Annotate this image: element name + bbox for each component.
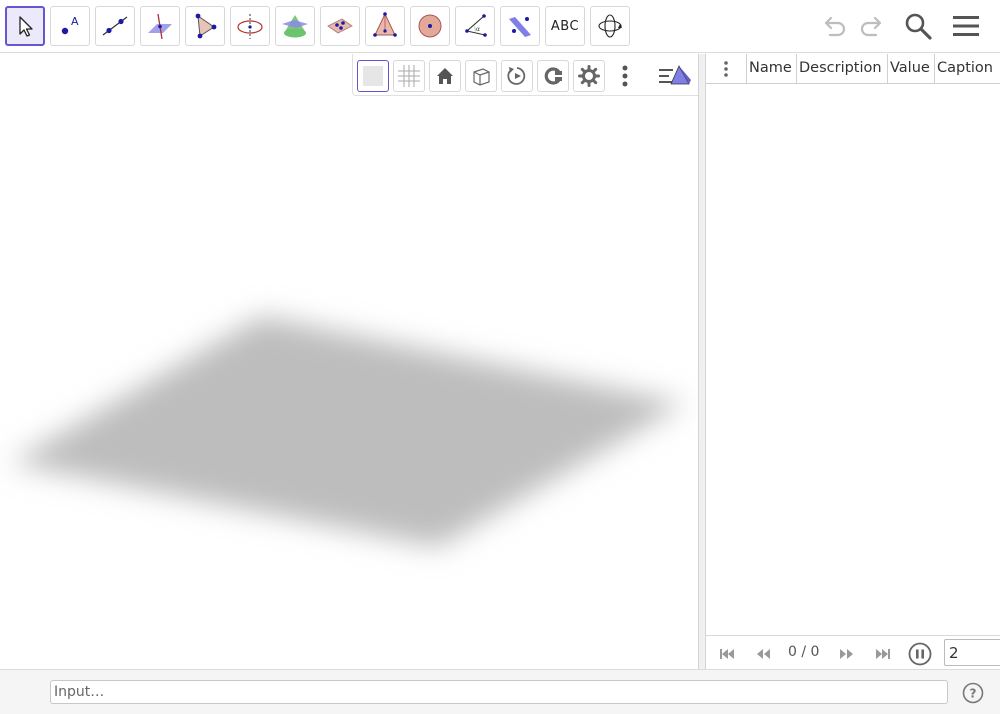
algebra-input-field[interactable]	[50, 680, 948, 704]
toolbar: A α ABC	[0, 0, 1000, 53]
last-step-button[interactable]	[872, 643, 894, 665]
pyramid-tool-button[interactable]	[365, 6, 405, 46]
more-vertical-icon	[622, 65, 628, 87]
perpendicular-line-icon	[148, 13, 172, 40]
line-through-two-points-icon	[102, 16, 128, 36]
rewind-icon	[757, 649, 770, 659]
reflect-about-plane-icon	[509, 17, 531, 37]
rotate-view-icon	[507, 67, 526, 85]
undo-button[interactable]	[818, 10, 850, 42]
column-header-caption[interactable]: Caption	[934, 54, 1000, 84]
plane-three-points-tool-button[interactable]	[320, 6, 360, 46]
pause-icon	[908, 642, 932, 666]
search-button[interactable]	[902, 10, 934, 42]
projection-button[interactable]	[537, 60, 569, 92]
standard-view-button[interactable]	[429, 60, 461, 92]
polygon-icon	[195, 13, 217, 39]
table-column-menu-button[interactable]	[706, 54, 746, 84]
main-menu-button[interactable]	[950, 10, 982, 42]
toggle-axes-button[interactable]	[357, 60, 389, 92]
construction-protocol-panel: Name Description Value Caption 0 / 0	[706, 54, 1000, 669]
first-step-button[interactable]	[716, 643, 738, 665]
reflect-tool-button[interactable]	[500, 6, 540, 46]
svg-text:?: ?	[970, 687, 977, 701]
table-body	[706, 84, 1000, 632]
more-options-button[interactable]	[609, 60, 641, 92]
plane-icon	[327, 18, 353, 34]
undo-icon	[824, 16, 846, 37]
speed-input[interactable]	[944, 639, 1000, 666]
toggle-stylebar-icon	[659, 65, 691, 85]
column-header-description[interactable]: Description	[796, 54, 887, 84]
home-icon	[437, 68, 453, 84]
toggle-stylebar-button[interactable]	[657, 60, 693, 92]
circle-axis-icon	[237, 14, 263, 39]
rotate-view-tool-button[interactable]	[590, 6, 630, 46]
move-tool-button[interactable]	[5, 6, 45, 46]
pyramid-icon	[373, 12, 397, 37]
sphere-icon	[418, 14, 442, 38]
view-direction-button[interactable]	[465, 60, 497, 92]
angle-icon: α	[465, 14, 487, 37]
graphics-settings-button[interactable]	[573, 60, 605, 92]
redo-icon	[860, 16, 882, 37]
redo-button[interactable]	[856, 10, 888, 42]
toggle-grid-button[interactable]	[393, 60, 425, 92]
svg-text:α: α	[476, 26, 480, 33]
point-icon: A	[61, 15, 79, 35]
skip-to-end-icon	[876, 649, 890, 659]
search-icon	[905, 13, 932, 40]
circle-axis-tool-button[interactable]	[230, 6, 270, 46]
fast-forward-icon	[840, 649, 853, 659]
rotate-view-button[interactable]	[501, 60, 533, 92]
projection-icon	[544, 67, 562, 85]
next-step-button[interactable]	[836, 643, 858, 665]
table-header: Name Description Value Caption	[706, 54, 1000, 84]
geogebra-3d-app: A α ABC Name Description Value Caption 0…	[0, 0, 1000, 714]
help-question-icon[interactable]: ?	[962, 682, 984, 704]
svg-text:A: A	[71, 15, 79, 28]
grid-icon	[398, 65, 420, 87]
intersect-surfaces-tool-button[interactable]	[275, 6, 315, 46]
step-counter: 0 / 0	[788, 644, 820, 660]
skip-to-start-icon	[720, 649, 734, 659]
angle-tool-button[interactable]: α	[455, 6, 495, 46]
text-tool-button[interactable]: ABC	[545, 6, 585, 46]
column-header-name[interactable]: Name	[746, 54, 796, 84]
graphics-stylebar	[352, 54, 698, 96]
input-bar: ?	[0, 669, 1000, 714]
intersect-surfaces-icon	[282, 15, 308, 38]
polygon-tool-button[interactable]	[185, 6, 225, 46]
point-tool-button[interactable]: A	[50, 6, 90, 46]
hamburger-menu-icon	[953, 16, 979, 36]
view-cube-icon	[473, 68, 490, 86]
graphics-3d-view[interactable]	[0, 54, 698, 669]
more-vertical-icon	[724, 61, 728, 77]
play-pause-button[interactable]	[908, 642, 932, 666]
line-tool-button[interactable]	[95, 6, 135, 46]
settings-gear-icon	[578, 65, 600, 87]
sphere-tool-button[interactable]	[410, 6, 450, 46]
arrow-pointer-icon	[19, 16, 33, 37]
plane-surface	[10, 316, 685, 547]
perpendicular-line-tool-button[interactable]	[140, 6, 180, 46]
column-header-value[interactable]: Value	[887, 54, 934, 84]
xy-plane	[10, 316, 685, 547]
previous-step-button[interactable]	[752, 643, 774, 665]
axes-toggle-icon	[363, 66, 383, 86]
view-splitter[interactable]	[698, 54, 706, 669]
text-tool-label: ABC	[550, 18, 580, 34]
navigation-bar: 0 / 0	[706, 635, 1000, 669]
rotate-view-icon	[598, 14, 622, 38]
